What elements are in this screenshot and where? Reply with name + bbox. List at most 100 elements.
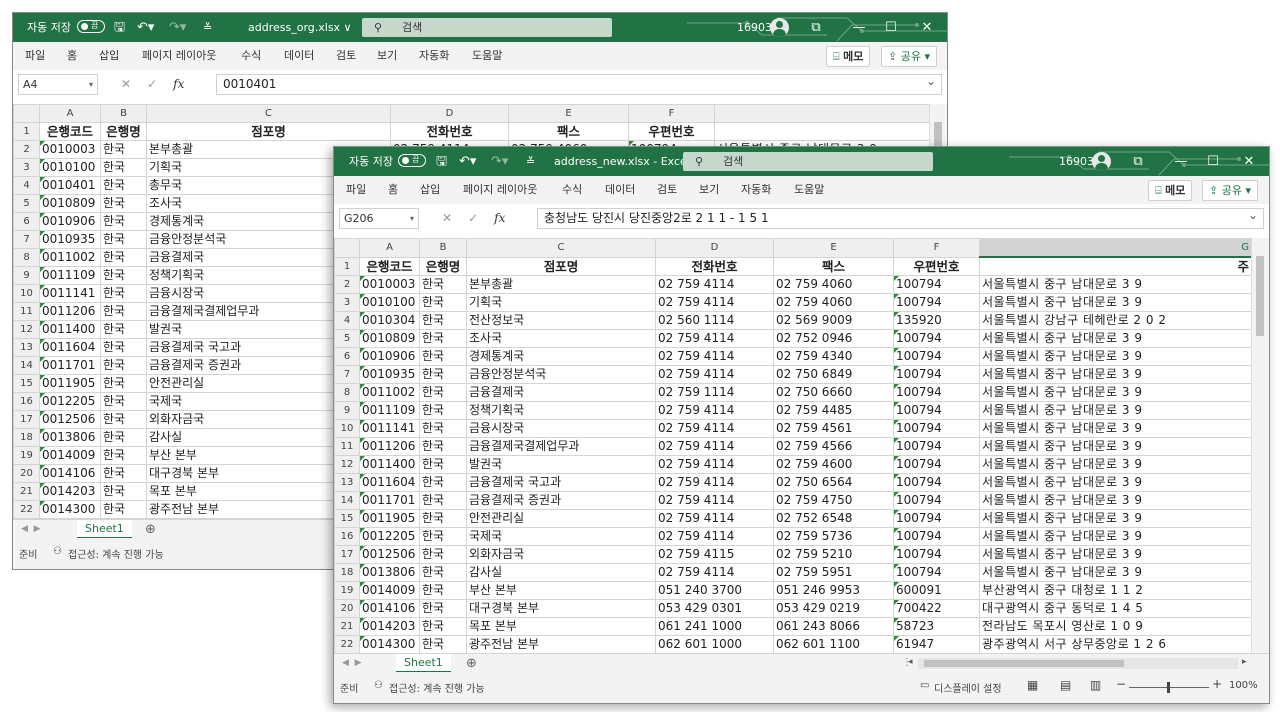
branch-name-cell[interactable]: 안전관리실	[466, 509, 656, 528]
cancel-icon[interactable]: ✕	[121, 77, 131, 91]
bank-code-cell[interactable]: 0010100	[359, 293, 420, 312]
address-cell[interactable]: 서울특별시 중구 남대문로 3 9	[979, 545, 1252, 564]
postal-code-cell[interactable]: 100794	[893, 545, 980, 564]
row-header[interactable]: 7	[13, 230, 40, 249]
bank-code-cell[interactable]: 0011141	[359, 419, 420, 438]
bank-code-cell[interactable]: 0014106	[39, 464, 101, 483]
row-header[interactable]: 15	[13, 374, 40, 393]
row-header[interactable]: 2	[334, 275, 360, 294]
spreadsheet-grid[interactable]: A B C D E F G 1 은행코드 은행명 점포명 전화번호 팩스 우편번…	[334, 238, 1269, 653]
phone-cell[interactable]: 02 759 4114	[655, 419, 774, 438]
table-row[interactable]: 5 0010809 한국 조사국 02 759 4114 02 752 0946 10079…	[334, 329, 1252, 348]
accessibility-icon[interactable]: ⚇	[374, 680, 383, 691]
row-header[interactable]: 12	[334, 455, 360, 474]
header-cell[interactable]	[714, 122, 935, 141]
row-header[interactable]: 5	[13, 194, 40, 213]
fax-cell[interactable]: 02 750 6660	[773, 383, 894, 402]
search-box[interactable]: ⚲ 검색	[683, 152, 933, 171]
bank-name-cell[interactable]: 한국	[419, 473, 467, 492]
bank-name-cell[interactable]: 한국	[100, 230, 147, 249]
row-header[interactable]: 9	[13, 266, 40, 285]
address-cell[interactable]: 서울특별시 중구 남대문로 3 9	[979, 383, 1252, 402]
postal-code-cell[interactable]: 700422	[893, 599, 980, 618]
bank-code-cell[interactable]: 0011002	[39, 248, 101, 267]
close-icon[interactable]: ✕	[907, 13, 947, 42]
bank-name-cell[interactable]: 한국	[419, 635, 467, 653]
branch-name-cell[interactable]: 정책기획국	[466, 401, 656, 420]
table-row[interactable]: 7 0010935 한국 금융안정분석국 02 759 4114 02 750 6849 1…	[334, 365, 1252, 384]
ribbon-display-icon[interactable]: ⧉	[796, 13, 836, 42]
bank-code-cell[interactable]: 0010809	[359, 329, 420, 348]
ribbon-display-icon[interactable]: ⧉	[1118, 147, 1158, 176]
bank-code-cell[interactable]: 0010003	[39, 140, 101, 159]
row-header[interactable]: 10	[13, 284, 40, 303]
phone-cell[interactable]: 02 759 4114	[655, 329, 774, 348]
address-cell[interactable]: 서울특별시 강남구 테헤란로 2 0 2	[979, 311, 1252, 330]
tab-review[interactable]: 검토	[336, 42, 356, 70]
bank-name-cell[interactable]: 한국	[100, 140, 147, 159]
bank-name-cell[interactable]: 한국	[419, 365, 467, 384]
tab-view[interactable]: 보기	[699, 176, 719, 204]
header-cell[interactable]: 우편번호	[628, 122, 715, 141]
row-header[interactable]: 14	[13, 356, 40, 375]
bank-code-cell[interactable]: 0014106	[359, 599, 420, 618]
row-header[interactable]: 4	[334, 311, 360, 330]
tab-data[interactable]: 데이터	[605, 176, 635, 204]
fax-cell[interactable]: 02 759 4060	[773, 293, 894, 312]
insert-function-icon[interactable]: fx	[494, 211, 505, 225]
column-header[interactable]: B	[100, 104, 147, 123]
bank-name-cell[interactable]: 한국	[419, 581, 467, 600]
row-header[interactable]: 18	[13, 428, 40, 447]
tab-insert[interactable]: 삽입	[420, 176, 440, 204]
row-header[interactable]: 20	[334, 599, 360, 618]
bank-name-cell[interactable]: 한국	[100, 212, 147, 231]
phone-cell[interactable]: 02 759 4114	[655, 437, 774, 456]
bank-name-cell[interactable]: 한국	[419, 491, 467, 510]
tab-help[interactable]: 도움말	[794, 176, 824, 204]
branch-name-cell[interactable]: 기획국	[466, 293, 656, 312]
postal-code-cell[interactable]: 100794	[893, 491, 980, 510]
row-header[interactable]: 21	[334, 617, 360, 636]
row-header[interactable]: 11	[334, 437, 360, 456]
postal-code-cell[interactable]: 100794	[893, 563, 980, 582]
autosave-toggle[interactable]: 끔	[398, 154, 426, 167]
bank-name-cell[interactable]: 한국	[419, 617, 467, 636]
row-header[interactable]: 20	[13, 464, 40, 483]
maximize-icon[interactable]: ☐	[871, 13, 911, 42]
tab-page-layout[interactable]: 페이지 레이아웃	[142, 42, 216, 70]
zoom-slider[interactable]	[1129, 682, 1209, 693]
bank-name-cell[interactable]: 한국	[100, 446, 147, 465]
row-header[interactable]: 1	[334, 256, 360, 276]
address-cell[interactable]: 서울특별시 중구 남대문로 3 9	[979, 275, 1252, 294]
zoom-in-icon[interactable]: +	[1212, 677, 1222, 691]
row-header[interactable]: 6	[13, 212, 40, 231]
row-header[interactable]: 22	[13, 500, 40, 519]
table-row[interactable]: 15 0011905 한국 안전관리실 02 759 4114 02 752 6548 10…	[334, 509, 1252, 528]
add-sheet-icon[interactable]: ⊕	[145, 520, 156, 539]
zoom-out-icon[interactable]: −	[1116, 677, 1126, 691]
branch-name-cell[interactable]: 금융결제국결제업무과	[466, 437, 656, 456]
bank-name-cell[interactable]: 한국	[100, 428, 147, 447]
header-cell[interactable]: 팩스	[773, 256, 894, 276]
table-row[interactable]: 18 0013806 한국 감사실 02 759 4114 02 759 5951 1007…	[334, 563, 1252, 582]
header-cell[interactable]: 은행코드	[359, 256, 420, 276]
zoom-thumb[interactable]	[1167, 682, 1170, 693]
bank-code-cell[interactable]: 0012205	[39, 392, 101, 411]
fax-cell[interactable]: 02 759 5210	[773, 545, 894, 564]
tab-home[interactable]: 홈	[67, 42, 77, 70]
branch-name-cell[interactable]: 본부총괄	[466, 275, 656, 294]
address-cell[interactable]: 서울특별시 중구 남대문로 3 9	[979, 293, 1252, 312]
postal-code-cell[interactable]: 100794	[893, 437, 980, 456]
avatar[interactable]	[1092, 152, 1111, 171]
row-header[interactable]: 8	[334, 383, 360, 402]
column-header[interactable]: A	[359, 238, 420, 258]
fax-cell[interactable]: 02 750 6564	[773, 473, 894, 492]
bank-name-cell[interactable]: 한국	[419, 419, 467, 438]
bank-name-cell[interactable]: 한국	[100, 320, 147, 339]
customize-qat-icon[interactable]: ≚	[203, 13, 212, 42]
bank-code-cell[interactable]: 0012205	[359, 527, 420, 546]
bank-code-cell[interactable]: 0011141	[39, 284, 101, 303]
fax-cell[interactable]: 02 752 6548	[773, 509, 894, 528]
bank-code-cell[interactable]: 0011109	[39, 266, 101, 285]
postal-code-cell[interactable]: 100794	[893, 383, 980, 402]
